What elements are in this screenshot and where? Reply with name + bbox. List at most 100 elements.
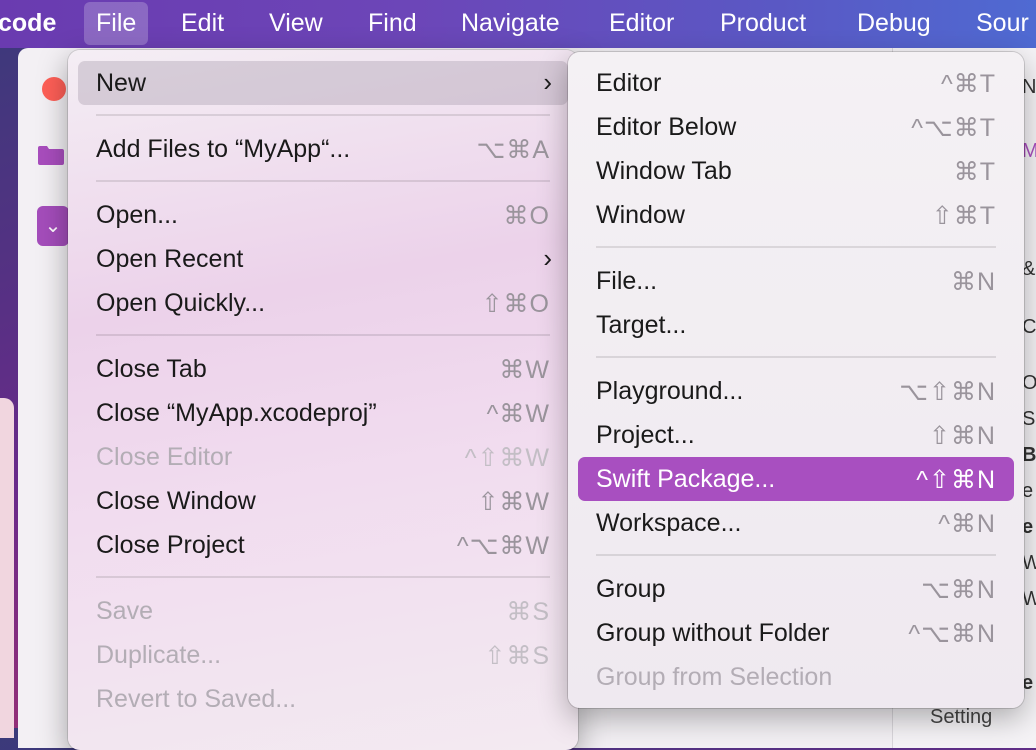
menu-item-label: New <box>96 69 147 97</box>
submenu-item-group[interactable]: Group ⌥⌘N <box>578 567 1014 611</box>
submenu-item-window[interactable]: Window ⇧⌘T <box>578 193 1014 237</box>
menubar-navigate[interactable]: Navigate <box>461 9 560 38</box>
submenu-item-project[interactable]: Project... ⇧⌘N <box>578 413 1014 457</box>
menu-item-label: Close Tab <box>96 355 207 383</box>
menu-item-shortcut: ⇧⌘W <box>477 488 550 516</box>
menu-item-label: Open... <box>96 201 178 229</box>
submenu-item-editor[interactable]: Editor ^⌘T <box>578 61 1014 105</box>
menu-item-close-project-file[interactable]: Close “MyApp.xcodeproj” ^⌘W <box>78 391 568 435</box>
menu-item-shortcut: ⌘T <box>953 158 996 186</box>
menu-item-shortcut: ⇧⌘S <box>484 642 550 670</box>
menu-item-shortcut: ^⌥⌘W <box>456 532 550 560</box>
menu-item-label: File... <box>596 267 658 295</box>
menu-separator <box>96 180 550 182</box>
menu-item-shortcut: ⌥⇧⌘N <box>899 378 996 406</box>
menubar-view[interactable]: View <box>269 9 323 38</box>
menu-item-shortcut: ⇧⌘N <box>928 422 996 450</box>
menu-item-label: Open Quickly... <box>96 289 266 317</box>
menu-item-shortcut: ⌘W <box>499 356 550 384</box>
menu-item-label: Close Window <box>96 487 256 515</box>
chevron-right-icon: › <box>543 243 552 273</box>
menu-item-label: Close “MyApp.xcodeproj” <box>96 399 377 427</box>
menubar-find[interactable]: Find <box>368 9 417 38</box>
inspector-text-fragment: N <box>1022 76 1036 98</box>
submenu-item-swift-package[interactable]: Swift Package... ^⇧⌘N <box>578 457 1014 501</box>
menu-item-open-recent[interactable]: Open Recent › <box>78 237 568 281</box>
menu-item-label: Add Files to “MyApp“... <box>96 135 351 163</box>
menu-separator <box>96 576 550 578</box>
menubar-edit[interactable]: Edit <box>181 9 224 38</box>
inspector-text-fragment: M <box>1022 140 1036 162</box>
menu-item-label: Project... <box>596 421 695 449</box>
menu-item-label: Editor Below <box>596 113 737 141</box>
menu-item-label: Close Project <box>96 531 245 559</box>
menu-item-label: Window <box>596 201 685 229</box>
submenu-item-playground[interactable]: Playground... ⌥⇧⌘N <box>578 369 1014 413</box>
submenu-item-window-tab[interactable]: Window Tab ⌘T <box>578 149 1014 193</box>
menubar-app-xcode[interactable]: code <box>0 9 56 38</box>
inspector-text-fragment: W <box>1022 552 1036 574</box>
menu-item-add-files[interactable]: Add Files to “MyApp“... ⌥⌘A <box>78 127 568 171</box>
menu-item-label: Revert to Saved... <box>96 685 297 713</box>
submenu-item-file[interactable]: File... ⌘N <box>578 259 1014 303</box>
menu-item-shortcut: ^⇧⌘N <box>916 466 996 494</box>
menu-separator <box>596 246 996 248</box>
menubar-editor[interactable]: Editor <box>609 9 674 38</box>
menu-item-shortcut: ⌘S <box>506 598 550 626</box>
chevron-right-icon: › <box>543 67 552 97</box>
folder-icon[interactable] <box>37 144 65 166</box>
menu-item-close-project[interactable]: Close Project ^⌥⌘W <box>78 523 568 567</box>
menu-item-label: Swift Package... <box>596 465 776 493</box>
menu-item-revert-to-saved: Revert to Saved... <box>78 677 568 721</box>
menu-item-open[interactable]: Open... ⌘O <box>78 193 568 237</box>
window-close-button[interactable] <box>42 77 66 101</box>
menubar-product[interactable]: Product <box>720 9 806 38</box>
menu-item-close-editor: Close Editor ^⇧⌘W <box>78 435 568 479</box>
menu-item-label: Target... <box>596 311 687 339</box>
background-window-edge <box>0 398 14 738</box>
inspector-text-fragment: C <box>1022 316 1036 338</box>
inspector-text-fragment: & <box>1022 258 1036 280</box>
menu-item-label: Close Editor <box>96 443 233 471</box>
menu-item-shortcut: ^⌥⌘T <box>911 114 996 142</box>
menu-item-close-tab[interactable]: Close Tab ⌘W <box>78 347 568 391</box>
menubar-source-control[interactable]: Sour <box>976 9 1029 38</box>
menu-item-label: Group <box>596 575 666 603</box>
submenu-item-group-from-selection: Group from Selection <box>578 655 1014 699</box>
menu-item-shortcut: ^⌘W <box>486 400 550 428</box>
new-submenu: Editor ^⌘T Editor Below ^⌥⌘T Window Tab … <box>568 52 1024 708</box>
submenu-item-group-without-folder[interactable]: Group without Folder ^⌥⌘N <box>578 611 1014 655</box>
menu-item-duplicate: Duplicate... ⇧⌘S <box>78 633 568 677</box>
chevron-down-icon[interactable]: ⌄ <box>37 206 69 246</box>
menu-item-label: Group without Folder <box>596 619 830 647</box>
menu-separator <box>96 334 550 336</box>
menu-item-save: Save ⌘S <box>78 589 568 633</box>
menu-item-shortcut: ^⌘T <box>940 70 996 98</box>
menu-item-label: Playground... <box>596 377 744 405</box>
inspector-setting-label: Setting <box>930 706 993 728</box>
inspector-text-fragment: Sc <box>1022 408 1036 430</box>
menu-item-shortcut: ⌘O <box>503 202 550 230</box>
file-menu: New › Add Files to “MyApp“... ⌥⌘A Open..… <box>68 50 578 750</box>
menu-item-open-quickly[interactable]: Open Quickly... ⇧⌘O <box>78 281 568 325</box>
menubar-file[interactable]: File <box>83 2 149 45</box>
menu-item-shortcut: ⌥⌘A <box>476 136 550 164</box>
menu-item-label: Save <box>96 597 153 625</box>
menu-item-label: Editor <box>596 69 662 97</box>
menu-item-label: Open Recent <box>96 245 244 273</box>
menu-item-new[interactable]: New › <box>78 61 568 105</box>
menu-separator <box>596 356 996 358</box>
menu-separator <box>596 554 996 556</box>
menu-item-shortcut: ⌥⌘N <box>921 576 996 604</box>
submenu-item-editor-below[interactable]: Editor Below ^⌥⌘T <box>578 105 1014 149</box>
menu-item-close-window[interactable]: Close Window ⇧⌘W <box>78 479 568 523</box>
menu-item-shortcut: ⇧⌘O <box>481 290 550 318</box>
menu-item-shortcut: ^⌥⌘N <box>908 620 996 648</box>
inspector-text-fragment: B <box>1022 444 1036 466</box>
menubar-debug[interactable]: Debug <box>857 9 931 38</box>
menu-item-label: Window Tab <box>596 157 732 185</box>
submenu-item-target[interactable]: Target... <box>578 303 1014 347</box>
submenu-item-workspace[interactable]: Workspace... ^⌘N <box>578 501 1014 545</box>
menu-separator <box>96 114 550 116</box>
menu-item-label: Duplicate... <box>96 641 222 669</box>
